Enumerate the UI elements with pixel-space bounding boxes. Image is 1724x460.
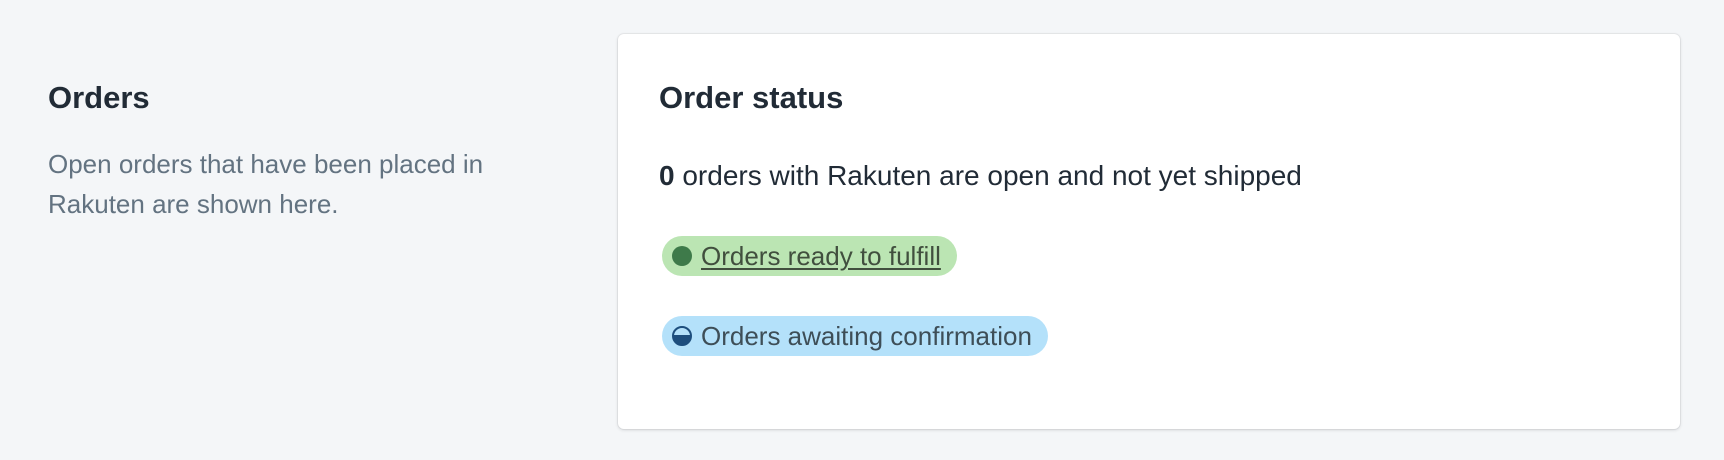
badge-row-ready: Orders ready to fulfill [659,236,1639,276]
section-description: Open orders that have been placed in Rak… [48,149,484,219]
open-orders-summary: 0 orders with Rakuten are open and not y… [659,156,1639,196]
order-status-card: Order status 0 orders with Rakuten are o… [618,34,1680,429]
orders-annotation-section: Orders Open orders that have been placed… [48,78,548,224]
awaiting-confirmation-badge: Orders awaiting confirmation [662,316,1048,356]
awaiting-confirmation-label: Orders awaiting confirmation [701,321,1032,351]
open-orders-summary-text: orders with Rakuten are open and not yet… [674,160,1302,191]
badge-row-awaiting: Orders awaiting confirmation [659,276,1639,356]
orders-ready-to-fulfill-link[interactable]: Orders ready to fulfill [701,236,941,276]
section-title: Orders [48,80,150,115]
open-orders-count: 0 [659,160,675,191]
card-title: Order status [659,80,844,115]
ready-to-fulfill-badge[interactable]: Orders ready to fulfill [662,236,957,276]
order-status-badges: Orders ready to fulfill Orders awaiting … [659,236,1639,356]
partial-progress-icon [672,326,692,346]
settings-layout: Orders Open orders that have been placed… [0,0,1724,460]
complete-progress-icon [672,246,692,266]
